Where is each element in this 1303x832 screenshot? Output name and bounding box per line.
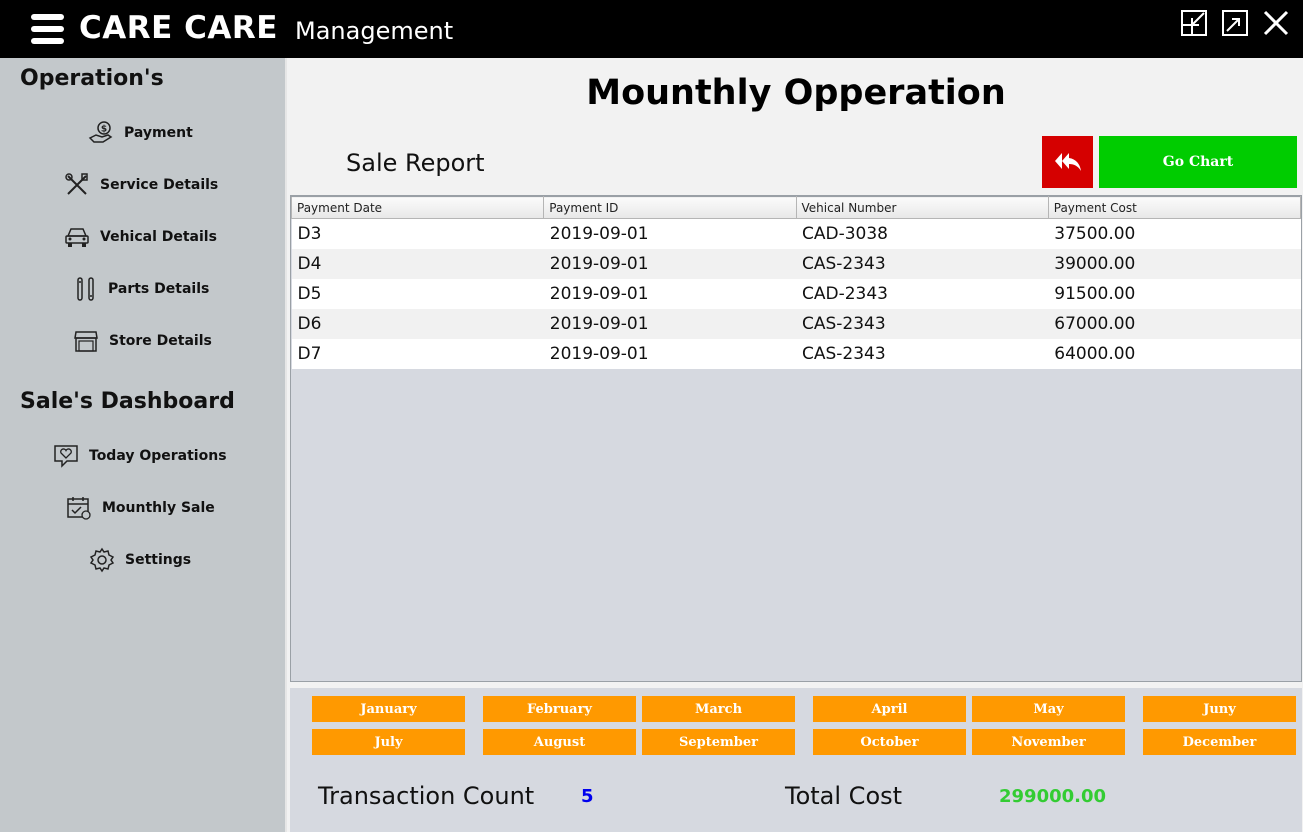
sidebar-item-label: Parts Details: [108, 281, 210, 297]
maximize-icon[interactable]: [1221, 9, 1249, 37]
sidebar-item-label: Settings: [125, 552, 192, 568]
month-button-december[interactable]: December: [1143, 729, 1296, 755]
cell-payment-id: 2019-09-01: [543, 278, 796, 309]
app-subtitle: Management: [295, 17, 454, 45]
total-cost-label: Total Cost: [785, 782, 903, 810]
month-button-january[interactable]: January: [312, 696, 465, 722]
transaction-count-label: Transaction Count: [318, 782, 535, 810]
cell-payment-id: 2019-09-01: [543, 248, 796, 279]
cell-payment-date: D5: [291, 278, 544, 309]
go-chart-button[interactable]: Go Chart: [1099, 136, 1297, 188]
menu-icon[interactable]: [31, 14, 64, 44]
sidebar-item-label: Today Operations: [89, 448, 227, 464]
back-button[interactable]: [1042, 136, 1093, 188]
sales-dashboard-heading: Sale's Dashboard: [20, 389, 235, 414]
month-button-juny[interactable]: Juny: [1143, 696, 1296, 722]
column-header-payment-date[interactable]: Payment Date: [291, 196, 545, 219]
sidebar-item-vehical-details[interactable]: Vehical Details: [64, 222, 217, 252]
table-row[interactable]: D7 2019-09-01 CAS-2343 64000.00: [291, 338, 1301, 369]
car-icon: [65, 228, 89, 247]
reply-all-icon: [1054, 153, 1081, 171]
sidebar-item-label: Service Details: [100, 177, 219, 193]
cell-payment-date: D4: [291, 248, 544, 279]
cell-vehical-number: CAS-2343: [796, 248, 1049, 279]
transaction-count-value: 5: [581, 786, 594, 807]
operations-heading: Operation's: [20, 66, 164, 91]
column-header-payment-cost[interactable]: Payment Cost: [1047, 196, 1301, 219]
cell-payment-id: 2019-09-01: [543, 218, 796, 249]
cell-payment-cost: 91500.00: [1048, 278, 1301, 309]
sidebar-item-mounthly-sale[interactable]: Mounthly Sale: [66, 493, 215, 523]
svg-text:$: $: [101, 125, 107, 135]
cell-payment-date: D3: [291, 218, 544, 249]
cell-payment-cost: 39000.00: [1048, 248, 1301, 279]
cell-payment-date: D6: [291, 308, 544, 339]
sidebar-item-label: Mounthly Sale: [102, 500, 215, 516]
cell-vehical-number: CAD-3038: [796, 218, 1049, 249]
cell-payment-cost: 67000.00: [1048, 308, 1301, 339]
table-row[interactable]: D3 2019-09-01 CAD-3038 37500.00: [291, 218, 1301, 249]
sidebar-item-payment[interactable]: $ Payment: [88, 118, 193, 148]
close-icon[interactable]: [1262, 9, 1290, 37]
sidebar-item-service-details[interactable]: Service Details: [64, 170, 218, 200]
cell-vehical-number: CAS-2343: [796, 308, 1049, 339]
column-header-vehical-number[interactable]: Vehical Number: [795, 196, 1049, 219]
page-title: Mounthly Opperation: [586, 73, 1006, 113]
cell-payment-id: 2019-09-01: [543, 308, 796, 339]
month-button-may[interactable]: May: [972, 696, 1125, 722]
gear-icon: [89, 547, 115, 573]
total-cost-value: 299000.00: [999, 786, 1107, 807]
month-button-november[interactable]: November: [972, 729, 1125, 755]
sidebar-item-settings[interactable]: Settings: [89, 545, 191, 575]
tools-icon: [65, 173, 88, 195]
table-row[interactable]: D6 2019-09-01 CAS-2343 67000.00: [291, 308, 1301, 339]
table-row[interactable]: D5 2019-09-01 CAD-2343 91500.00: [291, 278, 1301, 309]
parts-icon: [77, 277, 94, 301]
month-button-july[interactable]: July: [312, 729, 465, 755]
title-bar: CARE CARE Management: [0, 0, 1303, 58]
month-button-april[interactable]: April: [813, 696, 966, 722]
sidebar-item-label: Store Details: [109, 333, 212, 349]
month-button-february[interactable]: February: [483, 696, 636, 722]
month-button-march[interactable]: March: [642, 696, 795, 722]
cell-vehical-number: CAD-2343: [796, 278, 1049, 309]
column-header-payment-id[interactable]: Payment ID: [543, 196, 797, 219]
minimize-icon[interactable]: [1180, 9, 1208, 37]
cell-vehical-number: CAS-2343: [796, 338, 1049, 369]
sidebar: Operation's $ Payment Service Details Ve…: [0, 58, 285, 832]
month-filter-panel: January February March April May Juny Ju…: [290, 688, 1302, 832]
cell-payment-id: 2019-09-01: [543, 338, 796, 369]
cell-payment-cost: 37500.00: [1048, 218, 1301, 249]
sidebar-item-today-operations[interactable]: Today Operations: [53, 441, 227, 471]
calendar-check-icon: [67, 497, 91, 520]
cell-payment-cost: 64000.00: [1048, 338, 1301, 369]
app-brand: CARE CARE: [79, 10, 278, 46]
chat-heart-icon: [54, 445, 78, 468]
sidebar-item-store-details[interactable]: Store Details: [73, 326, 212, 356]
month-button-august[interactable]: August: [483, 729, 636, 755]
table-row[interactable]: D4 2019-09-01 CAS-2343 39000.00: [291, 248, 1301, 279]
month-button-september[interactable]: September: [642, 729, 795, 755]
main-panel: Mounthly Opperation Sale Report Go Chart…: [285, 58, 1303, 832]
sidebar-item-parts-details[interactable]: Parts Details: [74, 274, 209, 304]
month-button-october[interactable]: October: [813, 729, 966, 755]
payment-hand-icon: $: [88, 121, 113, 143]
store-icon: [74, 331, 98, 352]
report-label: Sale Report: [346, 149, 485, 177]
sidebar-item-label: Vehical Details: [100, 229, 217, 245]
cell-payment-date: D7: [291, 338, 544, 369]
sales-table: Payment Date Payment ID Vehical Number P…: [291, 196, 1301, 369]
sidebar-item-label: Payment: [124, 125, 193, 141]
sales-table-container: Payment Date Payment ID Vehical Number P…: [290, 195, 1302, 682]
